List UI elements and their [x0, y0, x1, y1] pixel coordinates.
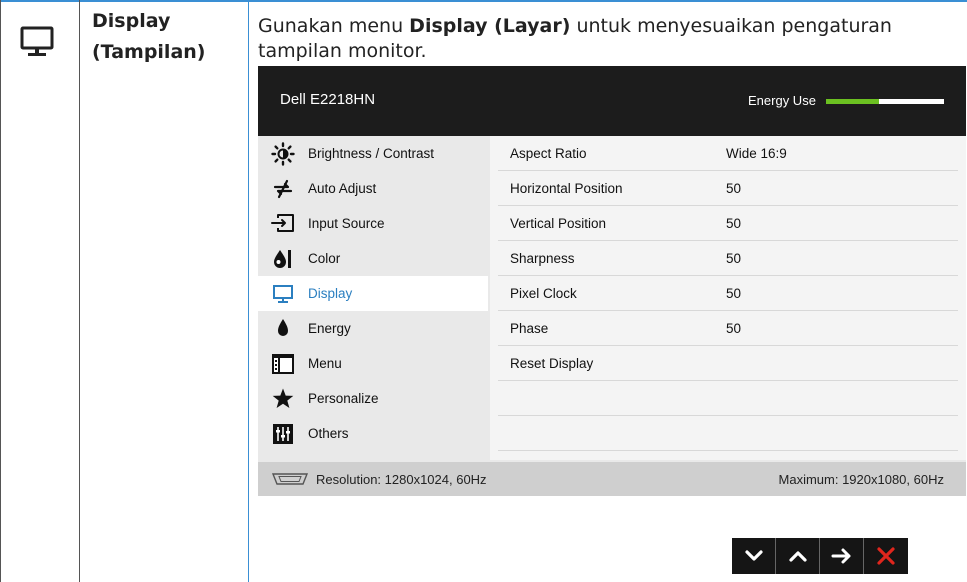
- brightness-icon: [258, 141, 308, 166]
- enter-button[interactable]: [820, 538, 864, 574]
- setting-row-pixel-clock[interactable]: Pixel Clock 50: [498, 276, 958, 311]
- monitor-button-strip: [732, 538, 908, 574]
- setting-row-aspect-ratio[interactable]: Aspect Ratio Wide 16:9: [498, 136, 958, 171]
- table-column-divider-accent: [248, 0, 249, 582]
- menu-item-personalize[interactable]: Personalize: [258, 381, 488, 416]
- menu-item-label: Brightness / Contrast: [308, 146, 435, 161]
- menu-item-energy[interactable]: Energy: [258, 311, 488, 346]
- chevron-up-icon: [788, 551, 807, 562]
- menu-item-brightness-contrast[interactable]: Brightness / Contrast: [258, 136, 488, 171]
- arrow-right-icon: [831, 548, 850, 564]
- setting-label: Phase: [510, 321, 549, 336]
- setting-row-empty: [498, 381, 958, 416]
- setting-label: Aspect Ratio: [510, 146, 587, 161]
- menu-item-label: Color: [308, 251, 341, 266]
- close-icon: [877, 547, 895, 565]
- setting-label: Reset Display: [510, 356, 594, 371]
- menu-item-label: Input Source: [308, 216, 385, 231]
- menu-item-label: Menu: [308, 356, 342, 371]
- osd-submenu-panel: Aspect Ratio Wide 16:9 Horizontal Positi…: [490, 136, 966, 460]
- setting-value: 50: [726, 216, 742, 231]
- table-column-divider: [79, 0, 80, 582]
- current-resolution: Resolution: 1280x1024, 60Hz: [316, 472, 487, 487]
- setting-label: Pixel Clock: [510, 286, 577, 301]
- setting-value: 50: [726, 181, 742, 196]
- energy-use-label: Energy Use: [748, 93, 816, 108]
- menu-item-label: Display: [308, 286, 353, 301]
- feature-description: Gunakan menu Display (Layar) untuk menye…: [258, 15, 892, 62]
- monitor-icon: [16, 20, 58, 62]
- setting-value: 50: [726, 321, 742, 336]
- setting-value: 50: [726, 251, 742, 266]
- menu-icon: [258, 353, 308, 375]
- setting-label: Vertical Position: [510, 216, 607, 231]
- setting-row-empty: [498, 416, 958, 451]
- vga-connector-icon: [270, 472, 310, 489]
- setting-row-horizontal-position[interactable]: Horizontal Position 50: [498, 171, 958, 206]
- osd-footer: Resolution: 1280x1024, 60Hz Maximum: 192…: [258, 462, 966, 496]
- menu-item-label: Energy: [308, 321, 351, 336]
- desc-bold-term: Display (Layar): [409, 15, 571, 37]
- menu-item-color[interactable]: Color: [258, 241, 488, 276]
- setting-row-phase[interactable]: Phase 50: [498, 311, 958, 346]
- energy-icon: [258, 317, 308, 341]
- menu-item-display[interactable]: Display: [258, 276, 488, 311]
- osd-main-menu: Brightness / Contrast Auto Adjust Input …: [258, 136, 488, 460]
- menu-item-menu[interactable]: Menu: [258, 346, 488, 381]
- others-icon: [258, 423, 308, 445]
- table-top-rule: [0, 0, 967, 2]
- menu-item-input-source[interactable]: Input Source: [258, 206, 488, 241]
- menu-item-label: Others: [308, 426, 349, 441]
- auto-adjust-icon: [258, 177, 308, 201]
- energy-use-bar: [826, 99, 944, 104]
- up-button[interactable]: [776, 538, 820, 574]
- osd-screen: Dell E2218HN Energy Use Brightness / Con…: [258, 66, 966, 496]
- color-icon: [258, 247, 308, 271]
- down-button[interactable]: [732, 538, 776, 574]
- setting-row-sharpness[interactable]: Sharpness 50: [498, 241, 958, 276]
- display-icon: [258, 282, 308, 306]
- input-source-icon: [258, 213, 308, 235]
- menu-item-auto-adjust[interactable]: Auto Adjust: [258, 171, 488, 206]
- energy-use-fill: [826, 99, 880, 104]
- setting-value: Wide 16:9: [726, 146, 787, 161]
- star-icon: [258, 387, 308, 411]
- menu-item-others[interactable]: Others: [258, 416, 488, 451]
- setting-label: Sharpness: [510, 251, 575, 266]
- exit-button[interactable]: [864, 538, 908, 574]
- menu-item-label: Auto Adjust: [308, 181, 377, 196]
- setting-row-vertical-position[interactable]: Vertical Position 50: [498, 206, 958, 241]
- setting-label: Horizontal Position: [510, 181, 623, 196]
- setting-row-reset-display[interactable]: Reset Display: [498, 346, 958, 381]
- setting-value: 50: [726, 286, 742, 301]
- osd-header: Dell E2218HN Energy Use: [258, 66, 966, 136]
- monitor-model: Dell E2218HN: [280, 91, 376, 108]
- feature-title: Display (Tampilan): [92, 10, 206, 63]
- maximum-resolution: Maximum: 1920x1080, 60Hz: [778, 472, 944, 487]
- chevron-down-icon: [744, 550, 763, 561]
- menu-item-label: Personalize: [308, 391, 379, 406]
- table-border-left: [0, 0, 1, 582]
